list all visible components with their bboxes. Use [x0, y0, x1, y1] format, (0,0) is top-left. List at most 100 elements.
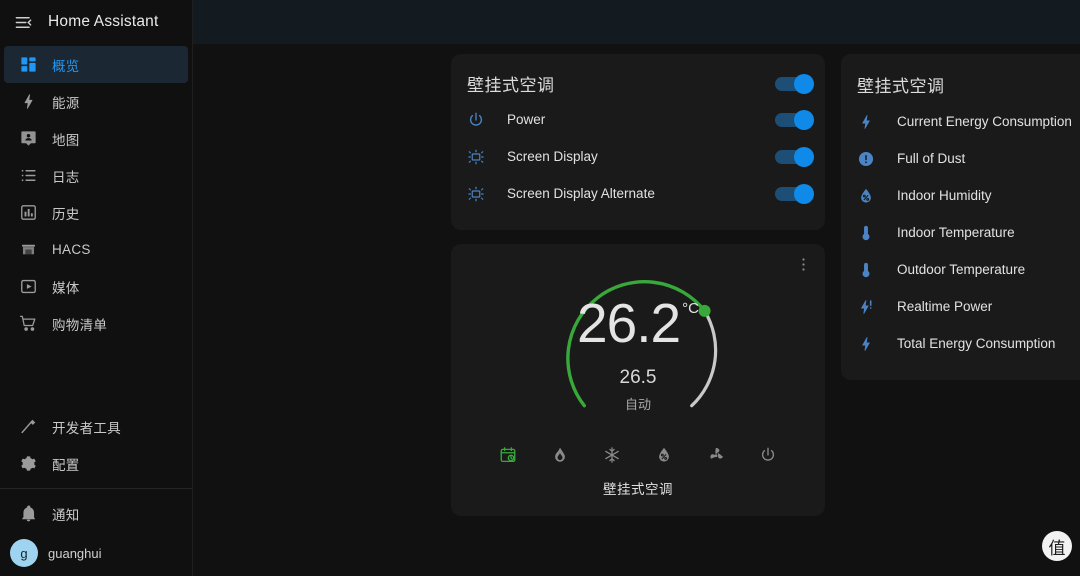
switch-card-header: 壁挂式空调 [451, 54, 825, 101]
sidebar-item-settings[interactable]: 配置 [4, 445, 188, 482]
sidebar-item-energy[interactable]: 能源 [4, 83, 188, 120]
sensor-row-outdoor-temperature[interactable]: Outdoor Temperature 31.3 °C [841, 251, 1080, 288]
sidebar-item-label: 通知 [52, 507, 80, 523]
sidebar-item-shopping-list[interactable]: 购物清单 [4, 305, 188, 342]
sidebar-item-label: 地图 [52, 132, 80, 148]
sensor-row-current-energy[interactable]: Current Energy Consumption 0.0 kWh [841, 103, 1080, 140]
toggle-knob [794, 146, 814, 167]
cart-icon [4, 314, 52, 333]
current-temperature: 26.2 [577, 292, 681, 354]
hacs-icon [4, 240, 52, 259]
sidebar-item-history[interactable]: 历史 [4, 194, 188, 231]
card-padding [451, 212, 825, 230]
switch-row-screen-display[interactable]: Screen Display [451, 138, 825, 175]
sidebar-nav-list: 概览 能源 地图 日志 历史 HACS 媒体 购物清单 [0, 44, 192, 342]
sidebar-item-label: 历史 [52, 206, 80, 222]
header-toggle[interactable] [775, 73, 814, 94]
sensor-row-label: Full of Dust [897, 151, 966, 166]
sidebar-item-label: 购物清单 [52, 317, 108, 333]
sidebar-item-developer-tools[interactable]: 开发者工具 [4, 408, 188, 445]
lightning-bolt-icon [857, 335, 897, 353]
hammer-wrench-icon [4, 417, 52, 436]
sidebar-item-label: 概览 [52, 58, 80, 74]
temperature-unit: °C [682, 300, 699, 317]
sensor-row-label: Outdoor Temperature [897, 262, 1026, 277]
main-area: 壁挂式空调 Power Screen Display Screen Displa… [193, 0, 1080, 576]
menu-collapse-icon[interactable] [8, 7, 38, 37]
switch-row-label: Screen Display [507, 149, 598, 164]
sidebar-item-label: HACS [52, 242, 91, 257]
thermostat-dial[interactable]: 26.2 °C 26.5 自动 [451, 252, 825, 448]
sidebar: Home Assistant 概览 能源 地图 日志 历史 HACS 媒体 购物… [0, 0, 193, 576]
switch-row-toggle[interactable] [775, 146, 814, 167]
app-title: Home Assistant [48, 13, 159, 30]
switch-row-label: Screen Display Alternate [507, 186, 655, 201]
sensor-row-indoor-humidity[interactable]: Indoor Humidity 0% [841, 177, 1080, 214]
sidebar-item-label: 日志 [52, 169, 80, 185]
watermark: 值 什么值得买 [1041, 528, 1080, 564]
thermostat-entity-name: 壁挂式空调 [603, 482, 673, 497]
sidebar-item-label: 媒体 [52, 280, 80, 296]
sensor-row-total-energy[interactable]: Total Energy Consumption 331.25 kWh [841, 325, 1080, 362]
sensor-row-label: Realtime Power [897, 299, 993, 314]
view-dashboard-icon [4, 55, 52, 74]
switch-row-label: Power [507, 112, 546, 127]
sidebar-item-label: 配置 [52, 457, 80, 473]
toggle-knob [794, 109, 814, 130]
water-percent-icon [857, 187, 897, 205]
account-badge-icon [4, 129, 52, 148]
bell-icon [4, 504, 52, 523]
thermostat-card: 26.2 °C 26.5 自动 壁挂式空调 [451, 244, 825, 516]
top-toolbar [193, 0, 1080, 44]
switch-row-power[interactable]: Power [451, 101, 825, 138]
sidebar-item-logbook[interactable]: 日志 [4, 157, 188, 194]
switch-row-toggle[interactable] [775, 183, 814, 204]
overscan-icon [467, 148, 507, 166]
sidebar-tools-list: 开发者工具 配置 [0, 408, 192, 482]
sidebar-item-media[interactable]: 媒体 [4, 268, 188, 305]
card-title: 壁挂式空调 [467, 76, 555, 95]
dashboard-content: 壁挂式空调 Power Screen Display Screen Displa… [193, 44, 1080, 530]
sensor-row-indoor-temperature[interactable]: Indoor Temperature 26.2 °C [841, 214, 1080, 251]
target-temperature: 26.5 [619, 367, 657, 388]
toggle-knob [794, 183, 814, 204]
dashboard-column-right: 壁挂式空调 Current Energy Consumption 0.0 kWh [833, 54, 1080, 530]
card-padding [841, 362, 1080, 380]
power-icon [467, 111, 507, 129]
thermometer-icon [857, 224, 897, 242]
sidebar-bottom: 通知 g guanghui [0, 489, 192, 576]
format-list-icon [4, 166, 52, 185]
sidebar-item-overview[interactable]: 概览 [4, 46, 188, 83]
overscan-alt-icon [467, 185, 507, 203]
hvac-mode-label: 自动 [624, 397, 651, 412]
dial-current: 26.2 °C [577, 296, 699, 351]
flash-alert-icon [857, 298, 897, 316]
cog-icon [4, 454, 52, 473]
chart-box-icon [4, 203, 52, 222]
sidebar-item-notifications[interactable]: 通知 [4, 495, 188, 532]
switch-card: 壁挂式空调 Power Screen Display Screen Displa… [451, 54, 825, 230]
switch-row-screen-display-alternate[interactable]: Screen Display Alternate [451, 175, 825, 212]
sensor-card: 壁挂式空调 Current Energy Consumption 0.0 kWh [841, 54, 1080, 380]
sensor-row-full-of-dust[interactable]: Full of Dust 正常 [841, 140, 1080, 177]
sidebar-item-label: 开发者工具 [52, 420, 121, 436]
toggle-knob [794, 73, 814, 94]
sidebar-item-label: 能源 [52, 95, 80, 111]
switch-row-toggle[interactable] [775, 109, 814, 130]
card-title: 壁挂式空调 [857, 77, 945, 96]
user-name: guanghui [48, 545, 102, 561]
thermometer-icon [857, 261, 897, 279]
sidebar-item-hacs[interactable]: HACS [4, 231, 188, 268]
sidebar-item-map[interactable]: 地图 [4, 120, 188, 157]
sensor-row-label: Indoor Humidity [897, 188, 992, 203]
sensor-row-label: Indoor Temperature [897, 225, 1015, 240]
lightning-bolt-icon [857, 113, 897, 131]
sidebar-item-user-profile[interactable]: g guanghui [0, 532, 192, 574]
sensor-row-realtime-power[interactable]: Realtime Power 1,056.0 W [841, 288, 1080, 325]
watermark-logo: 值 [1041, 531, 1072, 561]
dial-readout: 26.2 °C 26.5 自动 [451, 296, 825, 413]
sensor-row-label: Total Energy Consumption [897, 336, 1056, 351]
sidebar-header: Home Assistant [0, 0, 192, 44]
lightning-bolt-icon [4, 92, 52, 111]
